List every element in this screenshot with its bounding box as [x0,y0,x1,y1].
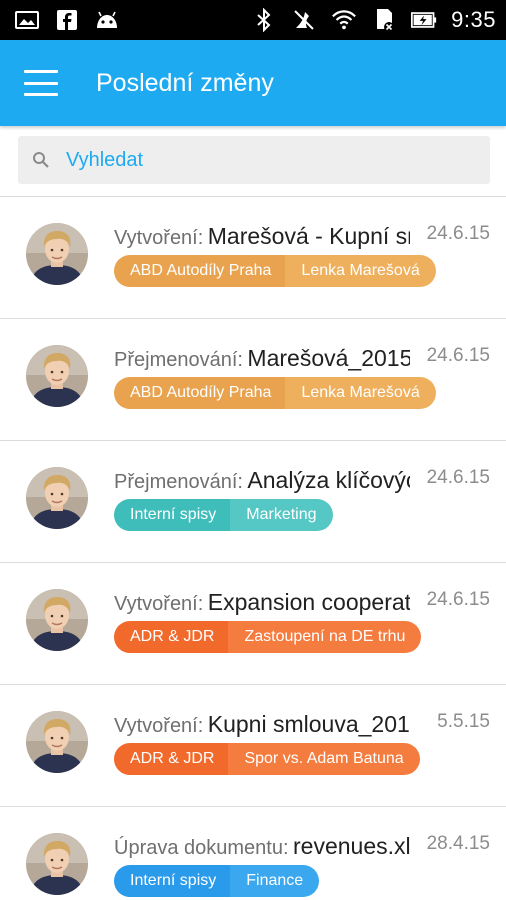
tag-group: ABD Autodíly Praha Lenka Marešová [114,377,436,409]
client-tag[interactable]: ABD Autodíly Praha [114,377,286,409]
case-tag[interactable]: Finance [230,865,320,897]
item-title-line: Vytvoření: Kupni smlouva_2015 [114,711,410,741]
item-title-line: Přejmenování: Analýza klíčových [114,467,410,497]
bluetooth-icon [251,8,277,32]
search-box[interactable] [18,136,490,184]
tag-group: ABD Autodíly Praha Lenka Marešová [114,255,436,287]
change-action: Úprava dokumentu: [114,837,289,859]
client-tag[interactable]: Interní spisy [114,499,231,531]
changes-list: Vytvoření: Marešová - Kupní smlouva 24.6.… [0,197,506,900]
search-input[interactable] [66,148,446,172]
change-action: Přejmenování: [114,471,243,493]
avatar [26,833,88,895]
mute-icon [291,9,317,31]
status-time: 9:35 [451,7,496,32]
sd-card-icon [371,9,397,32]
change-date: 28.4.15 [426,833,490,854]
client-tag[interactable]: ABD Autodíly Praha [114,255,286,287]
case-tag[interactable]: Zastoupení na DE trhu [228,621,422,653]
gallery-icon [14,9,40,31]
search-icon [33,152,49,168]
item-title-line: Úprava dokumentu: revenues.xls [114,833,410,863]
client-tag[interactable]: ADR & JDR [114,621,229,653]
change-date: 24.6.15 [426,589,490,610]
facebook-icon [54,9,80,31]
list-item[interactable]: Vytvoření: Expansion cooperation24.6.15A… [0,563,506,685]
client-tag[interactable]: ADR & JDR [114,743,229,775]
app-bar: Poslední změny [0,40,506,126]
case-tag[interactable]: Lenka Marešová [285,255,436,287]
search-area [0,126,506,196]
change-date: 24.6.15 [426,223,490,244]
avatar [26,345,88,407]
document-name: revenues.xls [293,833,410,859]
document-name: Expansion cooperation [207,589,410,615]
tag-group: ADR & JDR Zastoupení na DE trhu [114,621,422,653]
change-action: Přejmenování: [114,349,243,371]
android-icon [94,9,120,31]
list-item[interactable]: Přejmenování: Marešová_2015 24.6.15 ABD Au… [0,319,506,441]
document-name: Marešová - Kupní smlouva [207,223,410,249]
list-item[interactable]: Vytvoření: Kupni smlouva_2015 5.5.15 ADR &… [0,685,506,807]
wifi-icon [331,9,357,31]
tag-group: Interní spisy Finance [114,865,320,897]
change-action: Vytvoření: [114,227,204,249]
change-date: 24.6.15 [426,345,490,366]
item-title-line: Vytvoření: Expansion cooperation [114,589,410,619]
status-bar: 9:35 [0,0,506,40]
item-title-line: Vytvoření: Marešová - Kupní smlouva [114,223,410,253]
change-action: Vytvoření: [114,593,204,615]
document-name: Kupni smlouva_2015 [207,711,410,737]
item-title-line: Přejmenování: Marešová_2015 [114,345,410,375]
avatar [26,467,88,529]
document-name: Marešová_2015 [247,345,410,371]
change-action: Vytvoření: [114,715,204,737]
list-item[interactable]: Úprava dokumentu: revenues.xls 28.4.15 Int… [0,807,506,900]
menu-icon[interactable] [24,70,58,96]
list-item[interactable]: Vytvoření: Marešová - Kupní smlouva 24.6.… [0,197,506,319]
change-date: 5.5.15 [437,711,490,732]
tag-group: ADR & JDR Spor vs. Adam Batuna [114,743,420,775]
case-tag[interactable]: Marketing [230,499,333,531]
status-bar-right: 9:35 [251,7,496,33]
case-tag[interactable]: Spor vs. Adam Batuna [228,743,420,775]
client-tag[interactable]: Interní spisy [114,865,231,897]
avatar [26,223,88,285]
battery-charging-icon [411,9,437,31]
status-bar-left [14,9,120,31]
case-tag[interactable]: Lenka Marešová [285,377,436,409]
document-name: Analýza klíčových [247,467,410,493]
page-title: Poslední změny [96,68,274,97]
avatar [26,589,88,651]
avatar [26,711,88,773]
change-date: 24.6.15 [426,467,490,488]
tag-group: Interní spisy Marketing [114,499,333,531]
list-item[interactable]: Přejmenování: Analýza klíčových 24.6.15 In… [0,441,506,563]
